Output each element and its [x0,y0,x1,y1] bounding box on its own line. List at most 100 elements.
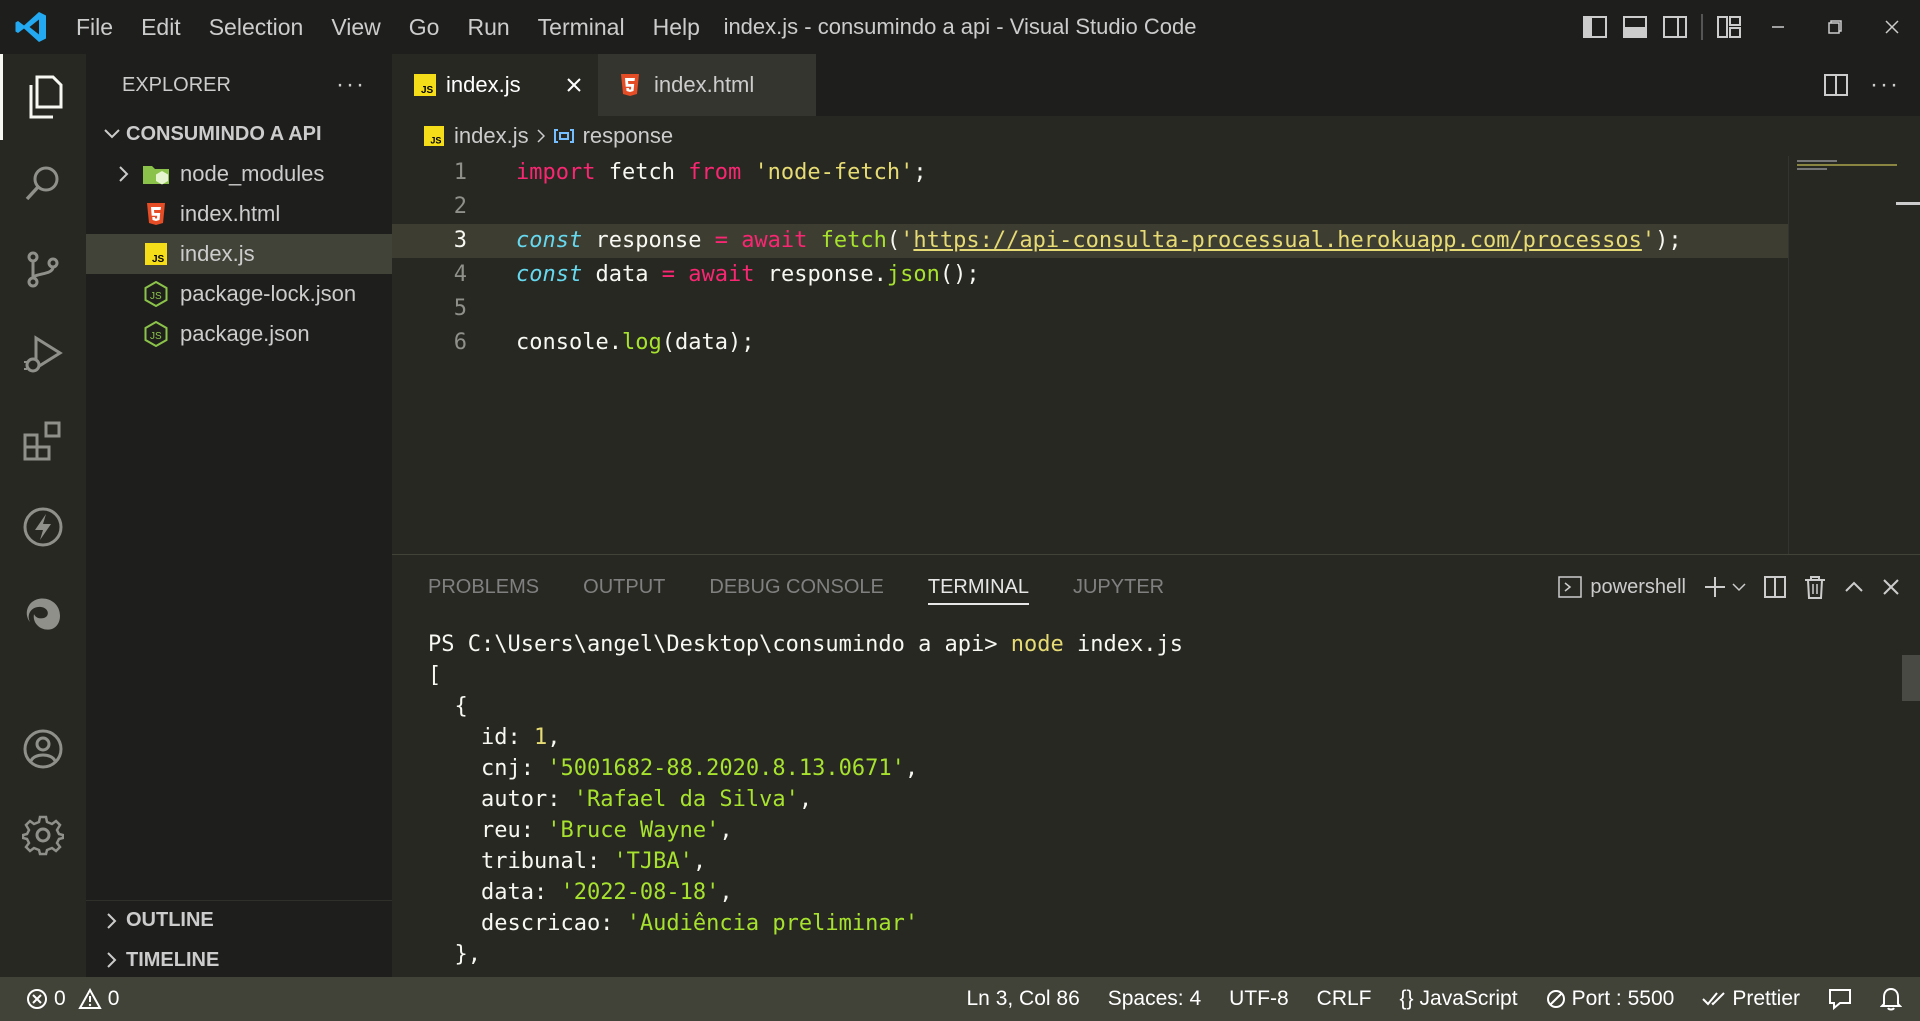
minimap[interactable] [1788,156,1920,554]
restore-button[interactable] [1806,0,1863,54]
search-icon[interactable] [0,140,86,226]
source-control-icon[interactable] [0,226,86,312]
menu-go[interactable]: Go [395,0,454,54]
thunder-client-icon[interactable] [0,484,86,570]
close-panel-icon[interactable] [1882,578,1900,596]
tab-debug-console[interactable]: DEBUG CONSOLE [709,555,883,619]
close-window-button[interactable] [1863,0,1920,54]
token: from [688,160,742,185]
token: ' [900,228,914,253]
menu-file[interactable]: File [62,0,127,54]
manage-gear-icon[interactable] [0,792,86,878]
indentation[interactable]: Spaces: 4 [1108,987,1201,1011]
token: const [516,228,583,253]
explorer-icon[interactable] [0,54,86,140]
editor-more-actions-icon[interactable]: ··· [1870,71,1900,99]
minimize-button[interactable] [1749,0,1806,54]
toggle-panel-icon[interactable] [1615,0,1655,54]
code-text: const response = await fetch('https://ap… [516,224,1682,258]
new-terminal-icon[interactable] [1704,576,1746,598]
token: ; [913,160,927,185]
code-line: 1 import fetch from 'node-fetch'; [392,156,1788,190]
tab-jupyter[interactable]: JUPYTER [1073,555,1164,619]
terminal-prompt: PS C:\Users\angel\Desktop\consumindo a a… [428,632,1011,657]
bottom-panel: PROBLEMS OUTPUT DEBUG CONSOLE TERMINAL J… [392,554,1920,977]
tab-index-html[interactable]: index.html [598,54,816,116]
tab-index-js[interactable]: JS index.js [392,54,598,116]
terminal-output[interactable]: PS C:\Users\angel\Desktop\consumindo a a… [428,629,1888,979]
token: response [582,228,715,253]
title-separator [1701,14,1703,40]
tree-item-label: index.js [180,241,255,266]
encoding[interactable]: UTF-8 [1229,987,1289,1011]
terminal-scrollbar[interactable] [1902,655,1920,701]
accounts-icon[interactable] [0,706,86,792]
svg-text:JS: JS [152,254,165,265]
notifications-bell-icon[interactable] [1880,987,1902,1011]
token: = [661,262,675,287]
close-tab-icon[interactable] [566,77,582,93]
split-terminal-icon[interactable] [1764,576,1786,598]
outline-section[interactable]: OUTLINE [86,900,392,940]
token: json [886,262,940,287]
split-editor-icon[interactable] [1824,74,1849,96]
menu-selection[interactable]: Selection [195,0,318,54]
menu-view[interactable]: View [317,0,394,54]
tree-item-package-lock[interactable]: JS package-lock.json [86,274,392,314]
cursor-position[interactable]: Ln 3, Col 86 [967,987,1080,1011]
folder-header[interactable]: CONSUMINDO A API [86,116,392,152]
token: 'node-fetch' [754,160,914,185]
outline-title: OUTLINE [126,909,214,931]
terminal-line: descricao: 'Audiência preliminar' [428,908,1888,939]
tree-item-package-json[interactable]: JS package.json [86,314,392,354]
terminal-line: tribunal: 'TJBA', [428,846,1888,877]
live-server-port[interactable]: Port : 5500 [1546,987,1675,1011]
language-mode[interactable]: {} JavaScript [1400,987,1518,1011]
tree-item-index-js[interactable]: JS index.js [86,234,392,274]
customize-layout-icon[interactable] [1709,0,1749,54]
terminal-line: data: '2022-08-18', [428,877,1888,908]
code-text: console.log(data); [516,326,754,360]
maximize-panel-icon[interactable] [1844,581,1864,593]
json-punct: , [547,725,561,750]
terminal-line: { [428,694,468,719]
terminal-args: index.js [1063,632,1183,657]
toggle-secondary-sidebar-icon[interactable] [1655,0,1695,54]
end-of-line[interactable]: CRLF [1317,987,1372,1011]
run-debug-icon[interactable] [0,312,86,398]
extensions-icon[interactable] [0,398,86,484]
code-editor[interactable]: 1 import fetch from 'node-fetch'; 2 3 co… [392,156,1788,554]
menu-edit[interactable]: Edit [127,0,195,54]
menu-run[interactable]: Run [453,0,523,54]
menu-help[interactable]: Help [639,0,714,54]
breadcrumb-file[interactable]: index.js [454,123,529,149]
problems-status[interactable]: 0 0 [0,987,119,1011]
json-key: tribunal: [428,849,614,874]
tab-output[interactable]: OUTPUT [583,555,665,619]
prettier-status[interactable]: Prettier [1702,987,1800,1011]
toggle-primary-sidebar-icon[interactable] [1575,0,1615,54]
url-link[interactable]: https://api-consulta-processual.herokuap… [913,228,1641,253]
token: ( [886,228,901,253]
minimap-line [1797,164,1897,166]
breadcrumb-symbol[interactable]: response [583,123,674,149]
feedback-icon[interactable] [1828,988,1852,1010]
trash-icon[interactable] [1804,575,1826,599]
terminal-shell-selector[interactable]: powershell [1558,576,1686,599]
menu-terminal[interactable]: Terminal [524,0,639,54]
token: fetch [595,160,689,185]
tree-item-index-html[interactable]: index.html [86,194,392,234]
tree-item-node-modules[interactable]: node_modules [86,154,392,194]
json-value: 'Rafael da Silva' [573,787,799,812]
chevron-right-icon [98,912,126,929]
timeline-section[interactable]: TIMELINE [86,940,392,980]
tab-terminal[interactable]: TERMINAL [927,555,1030,619]
html5-icon [620,73,640,97]
json-key: reu: [428,818,548,843]
edge-devtools-icon[interactable] [0,570,86,656]
tab-problems[interactable]: PROBLEMS [428,555,539,619]
more-actions-icon[interactable]: ··· [336,71,366,99]
port-label: Port : 5500 [1571,987,1675,1010]
